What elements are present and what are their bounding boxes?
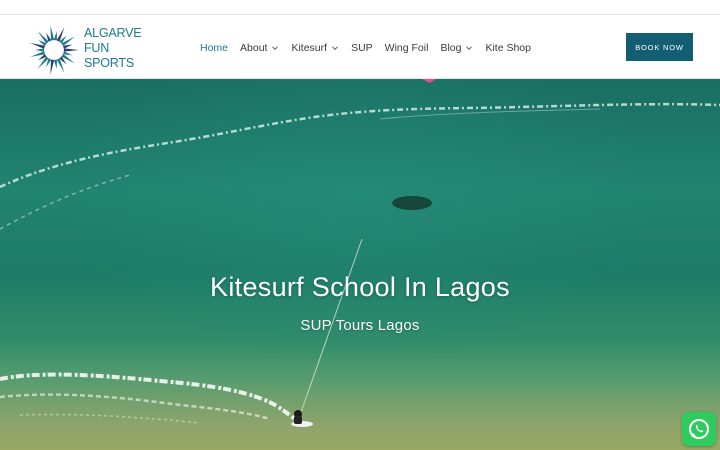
- chevron-down-icon: [332, 45, 338, 50]
- nav-item-label: About: [240, 41, 268, 54]
- chevron-down-icon: [466, 45, 473, 50]
- nav-item-label: Home: [200, 41, 229, 54]
- site-header: ALGARVE FUN SPORTS Home About Kitesurf S…: [0, 16, 720, 79]
- nav-item-about[interactable]: About: [240, 42, 279, 54]
- nav-item-blog[interactable]: Blog: [440, 42, 473, 54]
- logo-wordmark: ALGARVE FUN SPORTS: [84, 26, 154, 71]
- site-logo[interactable]: ALGARVE FUN SPORTS: [28, 21, 148, 75]
- hero-background-image: [0, 79, 720, 427]
- top-bar: [0, 0, 720, 15]
- nav-item-wing-foil[interactable]: Wing Foil: [385, 42, 429, 54]
- logo-line: ALGARVE: [84, 26, 142, 40]
- sun-logo-icon: [30, 25, 79, 75]
- nav-item-kite-shop[interactable]: Kite Shop: [485, 42, 531, 54]
- nav-item-label: Blog: [440, 41, 462, 54]
- whatsapp-icon: [689, 419, 709, 439]
- main-nav: Home About Kitesurf SUP Wing Foil Blog K…: [200, 16, 543, 79]
- nav-item-label: Wing Foil: [384, 41, 429, 54]
- nav-item-label: Kite Shop: [485, 41, 531, 54]
- nav-item-label: Kitesurf: [291, 41, 328, 54]
- book-now-button[interactable]: BOOK NOW: [626, 33, 693, 61]
- logo-line: SPORTS: [84, 56, 134, 70]
- hero-subtitle: SUP Tours Lagos: [300, 317, 420, 334]
- nav-item-kitesurf[interactable]: Kitesurf: [291, 42, 339, 54]
- whatsapp-button[interactable]: [682, 412, 716, 446]
- hero-title: Kitesurf School In Lagos: [210, 272, 510, 302]
- chevron-down-icon: [272, 45, 279, 50]
- logo-line: FUN: [84, 41, 110, 55]
- nav-item-home[interactable]: Home: [200, 42, 228, 54]
- nav-item-sup[interactable]: SUP: [351, 42, 373, 54]
- hero-section: Kitesurf School In Lagos SUP Tours Lagos: [0, 79, 720, 450]
- nav-item-label: SUP: [351, 41, 373, 54]
